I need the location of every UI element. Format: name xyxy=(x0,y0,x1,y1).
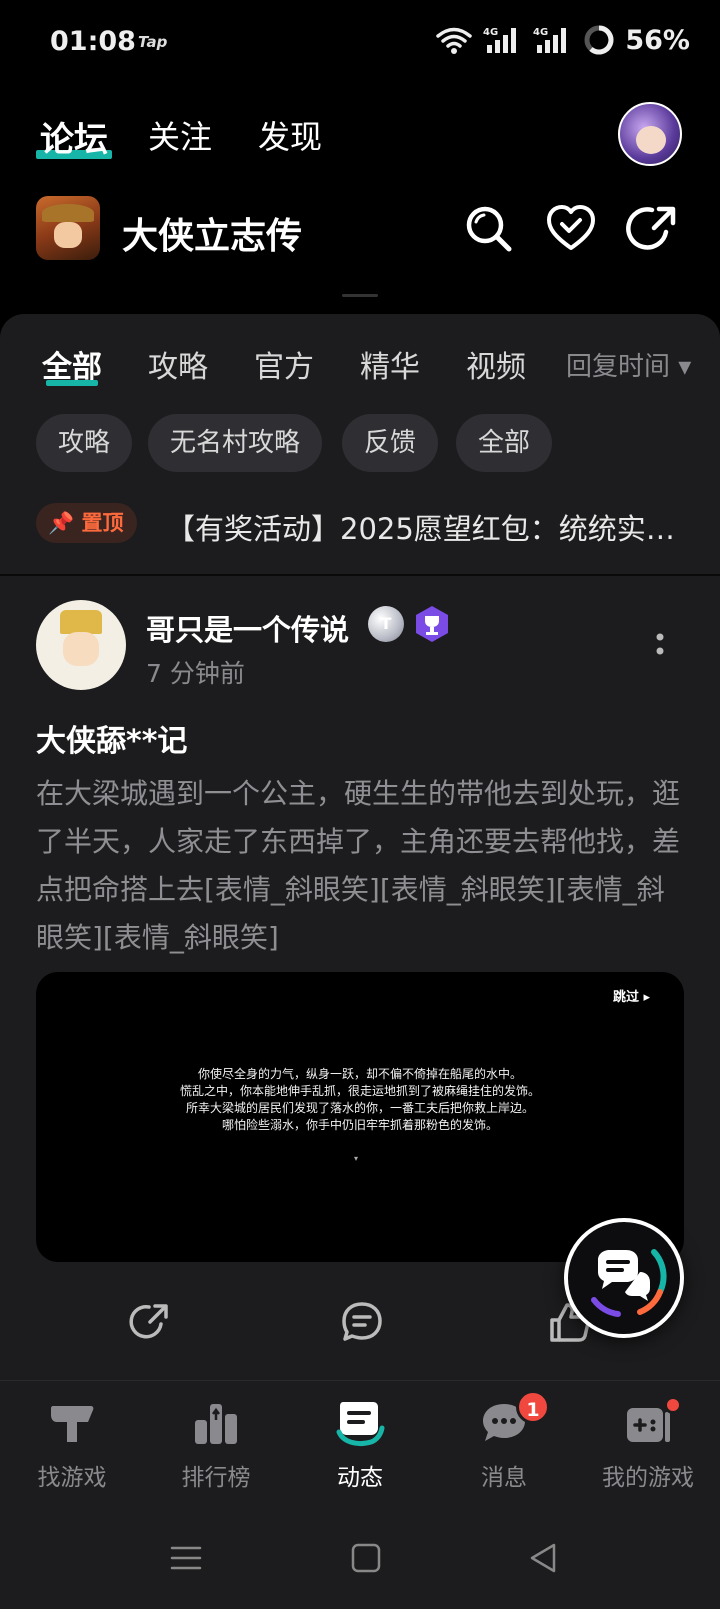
video-caption-line: 哪怕险些溺水，你手中仍旧牢牢抓着那粉色的发饰。 xyxy=(221,1118,498,1132)
tab-forum[interactable]: 论坛 xyxy=(36,112,112,161)
share-icon[interactable] xyxy=(128,1300,172,1344)
chip-guides[interactable]: 攻略 xyxy=(36,414,133,472)
pinned-badge: 📌 置顶 xyxy=(36,503,138,543)
ranking-icon xyxy=(195,1404,237,1444)
level-badge-icon: T xyxy=(368,606,404,642)
video-caption-line: 所幸大梁城的居民们发现了落水的你，一番工夫后把你救上岸边。 xyxy=(185,1101,534,1115)
recent-apps-icon[interactable] xyxy=(168,1540,204,1576)
search-icon[interactable] xyxy=(462,202,516,256)
video-caption-line: 慌乱之中，你本能地伸手乱抓，很走运地抓到了被麻绳挂住的发饰。 xyxy=(179,1084,540,1098)
user-avatar[interactable] xyxy=(618,102,682,166)
post-title[interactable]: 大侠舔**记 xyxy=(36,716,187,760)
favorite-heart-icon[interactable] xyxy=(544,202,598,256)
battery-ring-icon xyxy=(584,25,614,55)
tab-discover[interactable]: 发现 xyxy=(258,112,322,158)
feed-icon xyxy=(336,1402,385,1447)
find-game-icon xyxy=(51,1406,94,1442)
comment-icon[interactable] xyxy=(340,1300,384,1344)
author-avatar[interactable] xyxy=(36,600,126,690)
author-name[interactable]: 哥只是一个传说 xyxy=(146,607,349,649)
continue-caret-icon: ▾ xyxy=(354,1154,359,1163)
divider xyxy=(0,574,720,576)
video-caption: 你使尽全身的力气，纵身一跃，却不偏不倚掉在船尾的水中。 慌乱之中，你本能地伸手乱… xyxy=(36,1066,684,1134)
post-video[interactable]: 跳过 ▸ 你使尽全身的力气，纵身一跃，却不偏不倚掉在船尾的水中。 慌乱之中，你本… xyxy=(36,972,684,1262)
nav-find-game[interactable]: 找游戏 xyxy=(0,1398,144,1492)
signal-4g-icon: 4G xyxy=(483,27,517,53)
sort-dropdown[interactable]: 回复时间 ▾ xyxy=(566,346,691,383)
game-title[interactable]: 大侠立志传 xyxy=(122,207,302,259)
chat-bubbles-icon xyxy=(591,1249,667,1317)
signal-4g-icon: 4G xyxy=(533,27,567,53)
tab-guides[interactable]: 攻略 xyxy=(148,342,208,386)
nav-label: 排行榜 xyxy=(181,1465,251,1491)
nav-label: 找游戏 xyxy=(37,1465,107,1491)
back-icon[interactable] xyxy=(526,1540,562,1576)
chip-all[interactable]: 全部 xyxy=(456,414,553,472)
trophy-badge-icon xyxy=(416,606,448,642)
tab-featured[interactable]: 精华 xyxy=(360,342,420,386)
nav-ranking[interactable]: 排行榜 xyxy=(144,1398,288,1492)
skip-button[interactable]: 跳过 ▸ xyxy=(613,986,650,1005)
share-icon[interactable] xyxy=(626,202,680,256)
tab-videos[interactable]: 视频 xyxy=(466,342,526,386)
chip-feedback[interactable]: 反馈 xyxy=(342,414,439,472)
wifi-icon xyxy=(436,27,473,54)
nav-label: 消息 xyxy=(481,1465,527,1491)
post-time: 7 分钟前 xyxy=(146,659,245,688)
nav-label: 动态 xyxy=(337,1465,383,1491)
svg-text:4G: 4G xyxy=(483,27,498,38)
nav-my-games[interactable]: 我的游戏 xyxy=(576,1396,720,1492)
notification-dot xyxy=(664,1396,682,1414)
svg-text:4G: 4G xyxy=(533,27,548,38)
status-time: 01:08 xyxy=(50,26,136,57)
unread-badge: 1 xyxy=(516,1390,550,1424)
more-options-icon[interactable] xyxy=(654,632,666,658)
tap-notification-icon: Tap xyxy=(138,33,168,51)
chat-fab-button[interactable] xyxy=(564,1218,684,1338)
tab-official[interactable]: 官方 xyxy=(254,342,314,386)
status-indicators: 4G 4G 56% xyxy=(435,24,690,56)
status-bar: 01:08 Tap 4G 4G 56% xyxy=(0,0,720,86)
video-caption-line: 你使尽全身的力气，纵身一跃，却不偏不倚掉在船尾的水中。 xyxy=(197,1067,522,1081)
nav-label: 我的游戏 xyxy=(602,1465,694,1491)
home-icon[interactable] xyxy=(348,1540,384,1576)
nav-feed[interactable]: 动态 xyxy=(288,1398,432,1492)
nav-messages[interactable]: 1 消息 xyxy=(432,1390,576,1492)
panel-grab-handle xyxy=(342,294,378,297)
tab-following[interactable]: 关注 xyxy=(148,112,212,158)
battery-percent: 56% xyxy=(625,24,690,56)
game-icon[interactable] xyxy=(36,196,100,260)
chip-village-guides[interactable]: 无名村攻略 xyxy=(148,414,323,472)
pinned-post-title[interactable]: 【有奖活动】2025愿望红包：统统实现！ xyxy=(166,506,696,548)
post-body[interactable]: 在大梁城遇到一个公主，硬生生的带他去到处玩，逛了半天，人家走了东西掉了，主角还要… xyxy=(36,770,686,962)
tab-all[interactable]: 全部 xyxy=(42,342,102,386)
